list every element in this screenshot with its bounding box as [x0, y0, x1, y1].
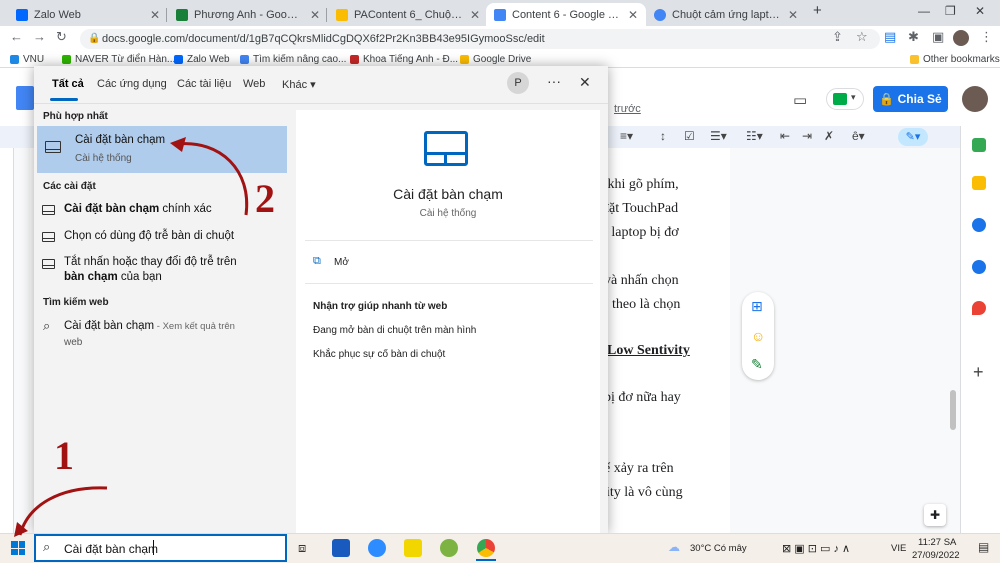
annotation-overlay [14, 137, 249, 537]
arrow-to-start [18, 486, 108, 536]
arrow-to-best-match [177, 142, 249, 216]
step-number-2: 2 [255, 176, 275, 221]
arrowhead [170, 137, 186, 152]
step-number-1: 1 [54, 433, 74, 478]
